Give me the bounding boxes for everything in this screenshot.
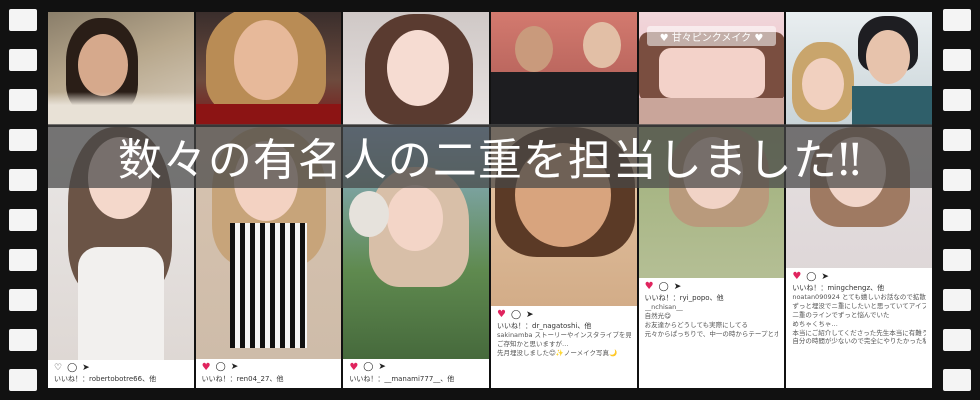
headline-text: 数々の有名人の二重を担当しました‼ bbox=[117, 135, 863, 186]
film-strip-banner: ♥ 甘々ピンクメイク ♥ ♡ ◯ ➤ いいね！：robertobotre66、他 bbox=[0, 0, 980, 400]
heart-filled-icon: ♥ bbox=[497, 309, 506, 320]
pink-makeup-tag: ♥ 甘々ピンクメイク ♥ bbox=[646, 26, 777, 46]
ig-caption-line: 二重のラインでずっと悩んでいた bbox=[792, 310, 890, 319]
photo-woman-and-man bbox=[786, 12, 932, 125]
heart-filled-icon: ♥ bbox=[644, 281, 654, 292]
perforation-hole bbox=[9, 169, 37, 191]
perforation-hole bbox=[9, 129, 37, 151]
share-icon: ➤ bbox=[673, 281, 682, 292]
perforation-hole bbox=[9, 89, 37, 111]
share-icon: ➤ bbox=[821, 271, 829, 282]
perforation-hole bbox=[9, 9, 37, 31]
ig-caption-line: ずっと埋没でニ重にしたいと思っていてアイプチを使っていました bbox=[792, 302, 926, 311]
perforation-hole bbox=[9, 329, 37, 351]
ig-caption-line: 自然光😋 bbox=[644, 312, 671, 321]
ig-likes-user: いいね！：ren04_27、他 bbox=[201, 374, 284, 383]
share-icon: ➤ bbox=[378, 362, 386, 373]
ig-caption-line: noatan090924 とても嬉しいお話なので拡散します bbox=[792, 293, 926, 302]
ig-card: ♥ ◯ ➤ いいね！：ren04_27、他 bbox=[195, 358, 342, 388]
ig-likes-user: いいね！：robertobotre66、他 bbox=[54, 374, 157, 383]
share-icon: ➤ bbox=[82, 362, 90, 373]
ig-caption-line: 自分の時間が少ないので完全にやりたかった私は… bbox=[792, 337, 926, 346]
ig-caption-line: __nchisan__ bbox=[644, 303, 683, 312]
share-icon: ➤ bbox=[230, 362, 239, 373]
perforation-hole bbox=[943, 129, 971, 151]
film-perforations-left bbox=[0, 0, 46, 400]
ig-card: ♥ ◯ ➤ いいね！：ryi_popo、他 __nchisan__ 自然光😋 お友達… bbox=[638, 278, 785, 388]
ig-caption-line: 先月埋没しました😊✨ノーメイク写真🌙 bbox=[497, 348, 618, 357]
ig-likes-user: いいね！：__manami777__、他 bbox=[349, 374, 455, 383]
comment-icon: ◯ bbox=[510, 309, 522, 320]
photo-woman-red-top bbox=[195, 12, 342, 125]
comment-icon: ◯ bbox=[806, 271, 817, 282]
perforation-hole bbox=[9, 209, 37, 231]
ig-card: ♥ ◯ ➤ いいね！：dr_nagatoshi、他 sakinamba ストーリーや… bbox=[491, 306, 637, 388]
photo-pink-makeup: ♥ 甘々ピンクメイク ♥ bbox=[638, 12, 785, 125]
film-perforations-right bbox=[934, 0, 980, 400]
heart-filled-icon: ♥ bbox=[792, 271, 802, 282]
comment-icon: ◯ bbox=[658, 281, 669, 292]
comment-icon: ◯ bbox=[363, 362, 374, 373]
ig-likes-user: いいね！：ryi_popo、他 bbox=[644, 294, 724, 302]
comment-icon: ◯ bbox=[67, 362, 78, 373]
ig-card: ♡ ◯ ➤ いいね！：robertobotre66、他 bbox=[48, 359, 194, 388]
perforation-hole bbox=[943, 49, 971, 71]
photo-woman-fur-coat bbox=[48, 12, 194, 125]
headline-band: 数々の有名人の二重を担当しました‼ bbox=[48, 124, 932, 188]
share-icon: ➤ bbox=[526, 309, 534, 320]
perforation-hole bbox=[943, 329, 971, 351]
photo-two-men bbox=[491, 12, 637, 125]
ig-caption-line: 元々からぱっちりで、中一の時からテープとホノリのアイプチ bbox=[644, 329, 779, 338]
photo-grid: ♥ 甘々ピンクメイク ♥ ♡ ◯ ➤ いいね！：robertobotre66、他 bbox=[48, 12, 932, 388]
perforation-hole bbox=[9, 49, 37, 71]
ig-card: ♥ ◯ ➤ いいね！：mingchengz、他 noatan090924 とても嬉し… bbox=[786, 268, 932, 388]
heart-outline-icon: ♡ bbox=[54, 362, 63, 373]
perforation-hole bbox=[9, 289, 37, 311]
perforation-hole bbox=[9, 249, 37, 271]
ig-card: ♥ ◯ ➤ いいね！：__manami777__、他 bbox=[343, 358, 489, 388]
perforation-hole bbox=[9, 369, 37, 391]
perforation-hole bbox=[943, 209, 971, 231]
ig-likes-user: いいね！：dr_nagatoshi、他 bbox=[497, 322, 592, 330]
ig-caption-line: sakinamba ストーリーやインスタライブを見てくださってた方は bbox=[497, 331, 631, 340]
ig-caption-line: めちゃくちゃ… bbox=[792, 319, 838, 328]
photo-woman-bangs bbox=[343, 12, 489, 125]
perforation-hole bbox=[943, 289, 971, 311]
ig-likes-user: いいね！：mingchengz、他 bbox=[792, 284, 885, 292]
ig-caption-line: ご存知かと思いますが… bbox=[497, 340, 569, 349]
heart-filled-icon: ♥ bbox=[349, 361, 359, 373]
comment-icon: ◯ bbox=[215, 362, 226, 373]
perforation-hole bbox=[943, 169, 971, 191]
ig-caption-line: お友達からどうしても実際にしてる bbox=[644, 320, 748, 329]
perforation-hole bbox=[943, 249, 971, 271]
heart-filled-icon: ♥ bbox=[201, 361, 211, 373]
perforation-hole bbox=[943, 89, 971, 111]
perforation-hole bbox=[943, 369, 971, 391]
ig-caption-line: 本当にご紹介してくださった先生本当に有難うございます bbox=[792, 328, 926, 337]
perforation-hole bbox=[943, 9, 971, 31]
